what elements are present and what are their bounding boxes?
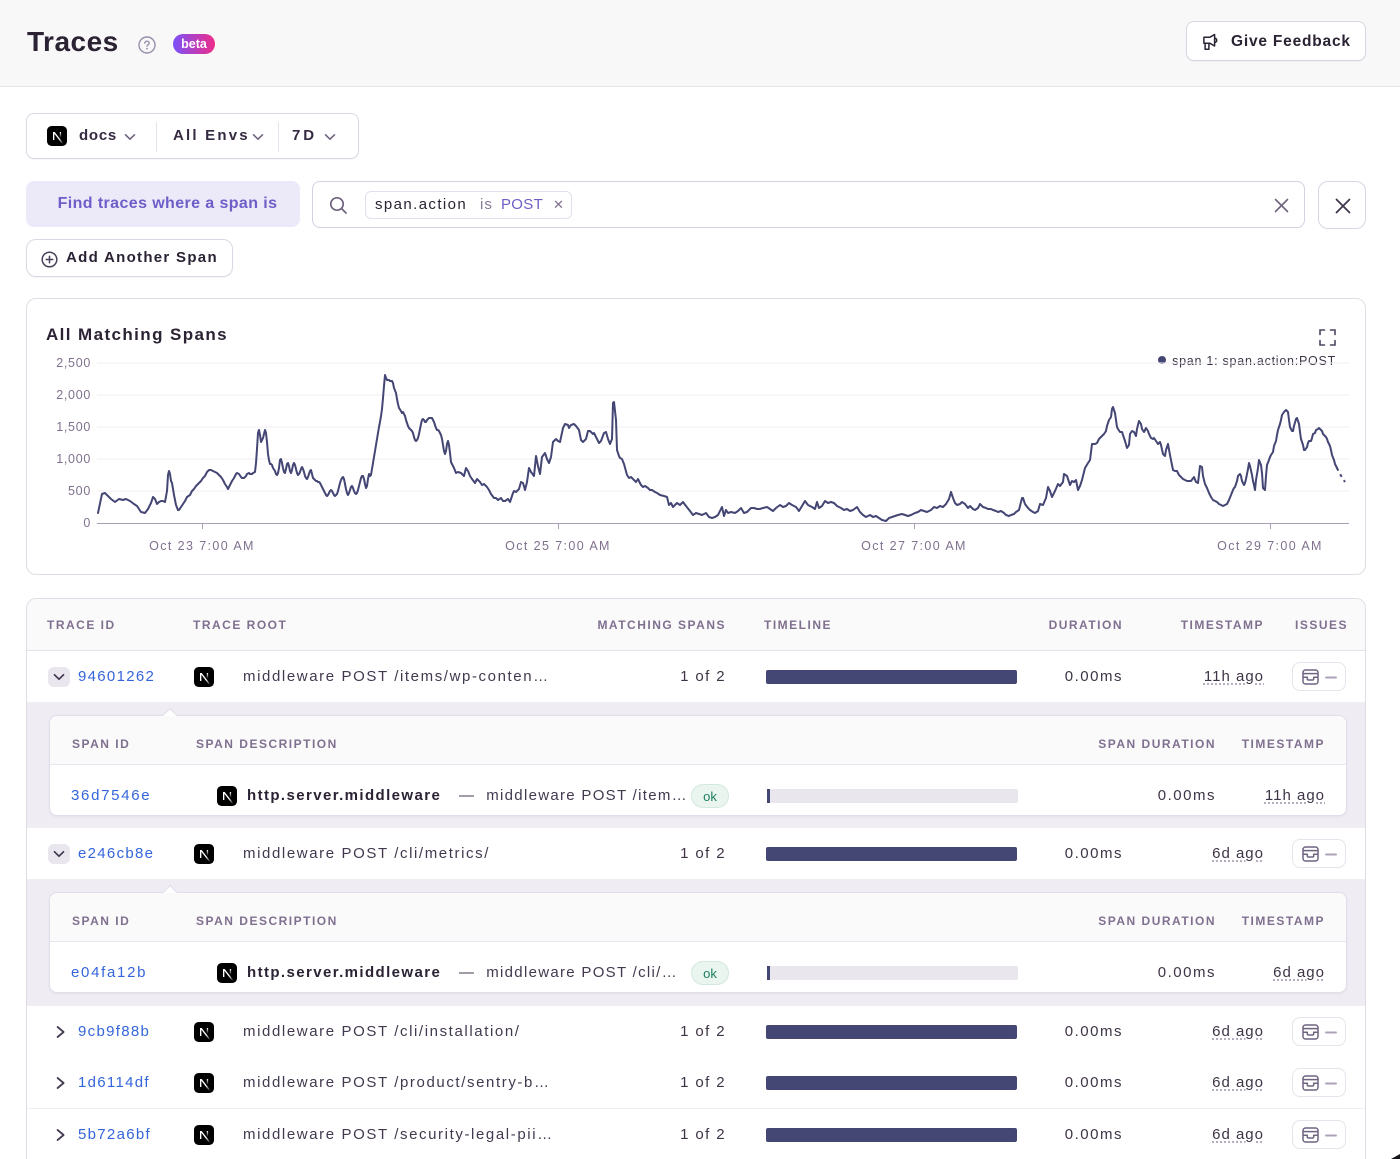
svg-text:Oct 27 7:00 AM: Oct 27 7:00 AM (861, 539, 967, 553)
svg-text:Oct 23 7:00 AM: Oct 23 7:00 AM (149, 539, 255, 553)
svg-text:Oct 25 7:00 AM: Oct 25 7:00 AM (505, 539, 611, 553)
svg-text:0: 0 (83, 516, 91, 530)
svg-text:Oct 29 7:00 AM: Oct 29 7:00 AM (1217, 539, 1323, 553)
svg-text:2,500: 2,500 (56, 356, 91, 370)
svg-text:500: 500 (68, 484, 91, 498)
svg-text:1,000: 1,000 (56, 452, 91, 466)
svg-text:2,000: 2,000 (56, 388, 91, 402)
svg-text:1,500: 1,500 (56, 420, 91, 434)
